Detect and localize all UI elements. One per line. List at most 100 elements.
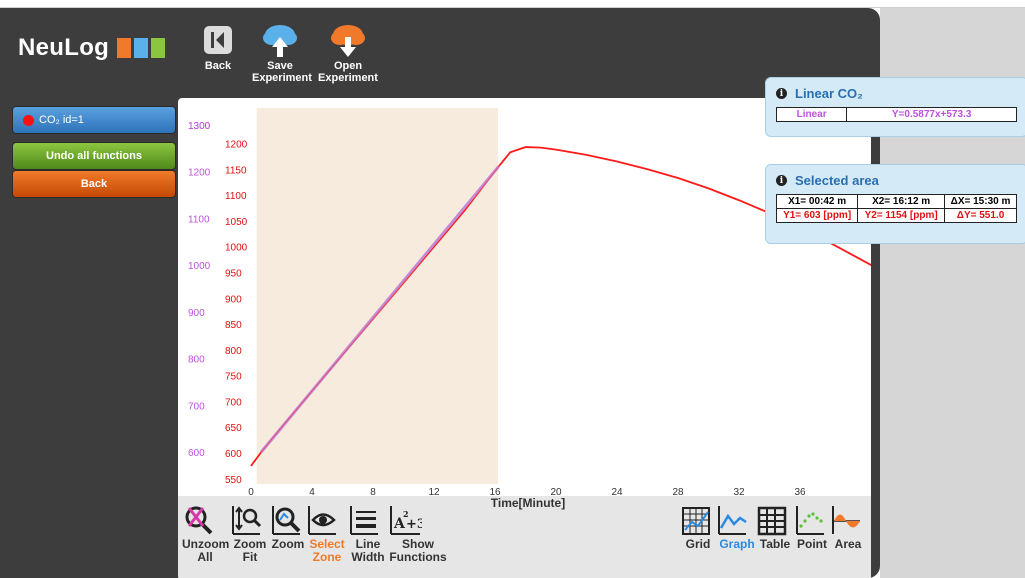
- undo-all-functions-button[interactable]: Undo all functions: [12, 142, 176, 170]
- logo-blocks-icon: [117, 38, 166, 58]
- y-right-tick-label: 850: [225, 320, 242, 331]
- open-experiment-button[interactable]: Open Experiment: [318, 20, 378, 84]
- y-right-tick-label: 1100: [225, 191, 247, 202]
- x-axis-label: Time[Minute]: [490, 496, 566, 510]
- info-icon: i: [776, 88, 787, 99]
- unzoom-icon: [182, 504, 228, 538]
- point-label: Point: [797, 537, 827, 551]
- x-tick-label: 4: [309, 487, 315, 496]
- x-tick-label: 8: [370, 487, 376, 496]
- y-right-tick-label: 800: [225, 346, 242, 357]
- selected-table: X1= 00:42 m X2= 16:12 m ΔX= 15:30 m Y1= …: [775, 194, 1017, 223]
- x-tick-label: 16: [489, 487, 501, 496]
- open-label-2: Experiment: [318, 72, 378, 84]
- table-row: Y1= 603 [ppm] Y2= 1154 [ppm] ΔY= 551.0: [775, 208, 1017, 223]
- y-right-tick-label: 900: [225, 294, 242, 305]
- save-label-2: Experiment: [252, 72, 312, 84]
- x-tick-label: 0: [248, 487, 254, 496]
- y-right-tick-label: 950: [225, 268, 242, 279]
- x-tick-label: 24: [611, 487, 623, 496]
- zoom-fit-icon: [230, 504, 270, 538]
- line-width-button[interactable]: Line Width: [348, 504, 388, 564]
- dx-cell: ΔX= 15:30 m: [944, 194, 1017, 209]
- back-toolbar-button[interactable]: Back: [196, 20, 240, 72]
- cloud-download-icon: [318, 20, 378, 60]
- graph-button[interactable]: Graph: [716, 504, 758, 551]
- back-arrow-icon: [196, 20, 240, 60]
- table-row: X1= 00:42 m X2= 16:12 m ΔX= 15:30 m: [775, 194, 1017, 209]
- zoom-label: Zoom: [271, 537, 305, 551]
- y-right-tick-label: 1150: [225, 165, 247, 176]
- zoom-fit-label-2: Fit: [242, 550, 258, 564]
- x-tick-label: 32: [733, 487, 745, 496]
- area-label: Area: [834, 537, 862, 551]
- x-tick-label: 20: [550, 487, 562, 496]
- y-right-tick-label: 700: [225, 397, 242, 408]
- y-right-tick-label: 600: [225, 449, 242, 460]
- grid-button[interactable]: Grid: [680, 504, 716, 551]
- show-functions-button[interactable]: A 2 +3 Show Functions: [388, 504, 448, 564]
- sensor-dot-icon: [23, 114, 34, 126]
- point-icon: [794, 504, 830, 538]
- zoom-fit-button[interactable]: Zoom Fit: [230, 504, 270, 564]
- zoom-icon: [270, 504, 306, 538]
- point-button[interactable]: Point: [794, 504, 830, 551]
- selected-area-panel: i Selected area X1= 00:42 m X2= 16:12 m …: [765, 164, 1025, 244]
- y-right-tick-label: 1200: [225, 139, 248, 150]
- back-label: Back: [204, 60, 232, 72]
- unzoom-label-2: All: [197, 550, 213, 564]
- y-right-tick-label: 1050: [225, 217, 248, 228]
- line-width-label-2: Width: [351, 550, 385, 564]
- y-left-tick-label: 1200: [188, 168, 211, 179]
- select-zone-label-2: Zone: [312, 550, 342, 564]
- zoom-button[interactable]: Zoom: [270, 504, 306, 551]
- cloud-upload-icon: [252, 20, 308, 60]
- linear-panel-title: i Linear CO₂: [776, 86, 1017, 101]
- x2-cell: X2= 16:12 m: [857, 194, 946, 209]
- y-left-tick-label: 600: [188, 448, 205, 459]
- dy-cell: ΔY= 551.0: [944, 208, 1017, 223]
- neulog-logo: NeuLog: [18, 34, 166, 62]
- bottom-toolbar: Unzoom All Zoom Fit Zoom Select Zone Lin…: [178, 496, 871, 578]
- unzoom-all-button[interactable]: Unzoom All: [182, 504, 229, 564]
- graph-line-icon: [716, 504, 758, 538]
- y-right-tick-label: 550: [225, 475, 242, 486]
- sidebar-back-button[interactable]: Back: [12, 170, 176, 198]
- table-icon: [756, 504, 794, 538]
- info-icon: i: [776, 175, 787, 186]
- table-label: Table: [759, 537, 791, 551]
- y-left-tick-label: 1300: [188, 121, 211, 132]
- co2-chart: 6007008009001000110012001300130055060065…: [188, 108, 871, 496]
- x1-cell: X1= 00:42 m: [775, 194, 859, 209]
- save-experiment-button[interactable]: Save Experiment: [252, 20, 312, 84]
- functions-icon: A 2 +3: [388, 504, 448, 538]
- save-label-1: Save: [267, 60, 293, 72]
- select-zone-button[interactable]: Select Zone: [306, 504, 348, 564]
- area-button[interactable]: Area: [830, 504, 866, 551]
- y-right-tick-label: 750: [225, 372, 242, 383]
- y-right-tick-label: 650: [225, 423, 242, 434]
- y1-cell: Y1= 603 [ppm]: [775, 208, 859, 223]
- graph-label: Graph: [719, 537, 755, 551]
- line-width-icon: [348, 504, 388, 538]
- sensor-co2-button[interactable]: CO₂ id=1: [12, 106, 176, 134]
- svg-text:+3: +3: [406, 517, 422, 532]
- y-left-tick-label: 1000: [188, 261, 211, 272]
- open-label-1: Open: [333, 60, 363, 72]
- eye-icon: [306, 504, 348, 538]
- table-row: Linear Y=0.5877x+573.3: [775, 107, 1017, 122]
- grid-label: Grid: [685, 537, 711, 551]
- x-tick-label: 28: [672, 487, 684, 496]
- selected-zone: [256, 108, 499, 484]
- y-left-tick-label: 800: [188, 355, 205, 366]
- y-right-tick-label: 1000: [225, 243, 248, 254]
- linear-title-text: Linear CO₂: [795, 86, 863, 101]
- area-icon: [830, 504, 866, 538]
- x-tick-label: 12: [428, 487, 440, 496]
- linear-table: Linear Y=0.5877x+573.3: [775, 107, 1017, 122]
- logo-text: NeuLog: [18, 34, 110, 61]
- sensor-label: CO₂ id=1: [39, 114, 84, 126]
- y2-cell: Y2= 1154 [ppm]: [857, 208, 946, 223]
- linear-equation-cell: Y=0.5877x+573.3: [846, 107, 1017, 122]
- table-button[interactable]: Table: [756, 504, 794, 551]
